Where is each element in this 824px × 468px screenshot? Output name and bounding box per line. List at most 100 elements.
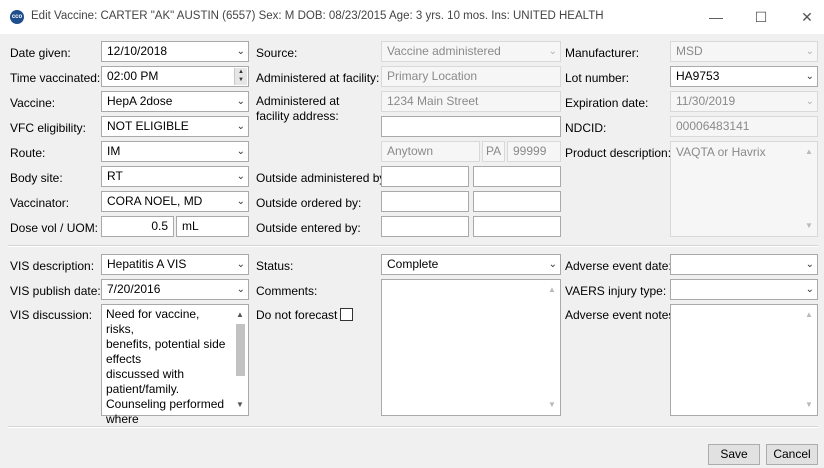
outside-entered-label: Outside entered by: [256,221,361,235]
facility-address-label: Administered at facility address: [256,94,340,123]
chevron-down-icon: ⌄ [236,46,245,57]
minimize-button[interactable]: — [705,6,727,28]
time-vaccinated-value: 02:00 PM [107,69,159,83]
do-not-forecast-checkbox[interactable] [340,308,353,321]
source-label: Source: [256,46,298,60]
vaccinator-label: Vaccinator: [10,196,70,210]
outside-administered-input-1[interactable] [381,166,469,187]
expiration-value: 11/30/2019 [676,94,736,108]
manufacturer-dropdown[interactable]: MSD ⌄ [670,41,818,62]
body-site-label: Body site: [10,171,63,185]
vis-discussion-textarea[interactable]: Need for vaccine, risks, benefits, poten… [101,304,249,426]
date-given-label: Date given: [10,46,71,60]
lot-number-dropdown[interactable]: HA9753 ⌄ [670,66,818,87]
product-description-textarea[interactable]: VAQTA or Havrix ▲ ▼ [670,141,818,237]
lot-number-label: Lot number: [565,71,630,85]
vis-discussion-scrollbar[interactable]: ▲ ▼ [233,306,247,414]
chevron-down-icon: ⌄ [236,146,245,157]
chevron-down-icon: ⌄ [548,46,557,57]
footer-divider [8,426,818,428]
adverse-notes-scrollbar[interactable]: ▲ ▼ [802,306,816,414]
address-line1-input[interactable]: 1234 Main Street [381,91,561,112]
ndcid-label: NDCID: [565,121,607,135]
scroll-down-icon[interactable]: ▼ [802,398,816,412]
source-dropdown[interactable]: Vaccine administered ⌄ [381,41,561,62]
adverse-event-date-dropdown[interactable]: ⌄ [670,254,818,275]
route-label: Route: [10,146,46,160]
time-vaccinated-label: Time vaccinated: [10,71,101,85]
body-site-dropdown[interactable]: RT ⌄ [101,166,249,187]
status-dropdown[interactable]: Complete ⌄ [381,254,561,275]
city-input[interactable]: Anytown [381,141,480,162]
facility-input[interactable]: Primary Location [381,66,561,87]
do-not-forecast-label: Do not forecast [256,308,338,322]
comments-label: Comments: [256,284,318,298]
state-input[interactable]: PA [482,141,505,162]
body-site-value: RT [107,169,123,183]
vis-publish-date-dropdown[interactable]: 7/20/2016 ⌄ [101,279,249,300]
section-divider [8,245,818,247]
app-logo-icon: cco [10,10,24,24]
chevron-down-icon: ⌄ [805,46,814,57]
vis-description-value: Hepatitis A VIS [107,257,187,271]
address-line2-input[interactable] [381,116,561,137]
adverse-event-date-label: Adverse event date: [565,259,672,273]
adverse-event-notes-label: Adverse event notes: [565,308,678,322]
outside-ordered-label: Outside ordered by: [256,196,362,210]
scroll-down-icon[interactable]: ▼ [802,219,816,233]
close-button[interactable]: ✕ [796,6,818,28]
outside-administered-input-2[interactable] [473,166,561,187]
scroll-up-icon[interactable]: ▲ [802,308,816,322]
expiration-label: Expiration date: [565,96,649,110]
scroll-up-icon[interactable]: ▲ [802,145,816,159]
scroll-down-icon[interactable]: ▼ [545,398,559,412]
outside-administered-label: Outside administered by: [256,171,389,185]
status-value: Complete [387,257,439,271]
vaccine-dropdown[interactable]: HepA 2dose ⌄ [101,91,249,112]
cancel-button[interactable]: Cancel [766,444,818,465]
vaers-injury-type-dropdown[interactable]: ⌄ [670,279,818,300]
title-bar: cco Edit Vaccine: CARTER "AK" AUSTIN (65… [0,0,824,34]
chevron-down-icon: ⌄ [548,259,557,270]
ndcid-input[interactable]: 00006483141 [670,116,818,137]
vis-description-label: VIS description: [10,259,95,273]
vfc-eligibility-label: VFC eligibility: [10,121,87,135]
chevron-down-icon: ⌄ [805,284,814,295]
vaccine-label: Vaccine: [10,96,56,110]
adverse-event-notes-textarea[interactable]: ▲ ▼ [670,304,818,416]
route-dropdown[interactable]: IM ⌄ [101,141,249,162]
product-scrollbar[interactable]: ▲ ▼ [802,143,816,235]
date-given-dropdown[interactable]: 12/10/2018 ⌄ [101,41,249,62]
facility-label: Administered at facility: [256,71,380,85]
comments-textarea[interactable]: ▲ ▼ [381,279,561,416]
outside-entered-input-1[interactable] [381,216,469,237]
outside-entered-input-2[interactable] [473,216,561,237]
dose-volume-input[interactable]: 0.5 [101,216,174,237]
manufacturer-value: MSD [676,44,703,58]
scroll-up-icon[interactable]: ▲ [233,308,247,322]
zip-input[interactable]: 99999 [507,141,561,162]
save-button[interactable]: Save [708,444,760,465]
scroll-down-icon[interactable]: ▼ [233,398,247,412]
chevron-down-icon: ⌄ [805,71,814,82]
spin-arrows-icon[interactable]: ▲ ▼ [234,68,247,85]
time-vaccinated-spinner[interactable]: 02:00 PM ▲ ▼ [101,66,249,87]
chevron-down-icon: ⌄ [236,284,245,295]
vis-description-dropdown[interactable]: Hepatitis A VIS ⌄ [101,254,249,275]
dose-uom-input[interactable]: mL [176,216,249,237]
expiration-dropdown[interactable]: 11/30/2019 ⌄ [670,91,818,112]
outside-ordered-input-2[interactable] [473,191,561,212]
chevron-down-icon: ⌄ [236,96,245,107]
dose-label: Dose vol / UOM: [10,221,99,235]
scroll-thumb[interactable] [236,324,245,376]
outside-ordered-input-1[interactable] [381,191,469,212]
product-description-label: Product description: [565,146,672,160]
comments-scrollbar[interactable]: ▲ ▼ [545,281,559,414]
maximize-button[interactable]: ☐ [750,6,772,28]
chevron-down-icon: ⌄ [236,121,245,132]
scroll-up-icon[interactable]: ▲ [545,283,559,297]
vfc-eligibility-value: NOT ELIGIBLE [107,119,189,133]
vfc-eligibility-dropdown[interactable]: NOT ELIGIBLE ⌄ [101,116,249,137]
vaccinator-dropdown[interactable]: CORA NOEL, MD ⌄ [101,191,249,212]
manufacturer-label: Manufacturer: [565,46,640,60]
